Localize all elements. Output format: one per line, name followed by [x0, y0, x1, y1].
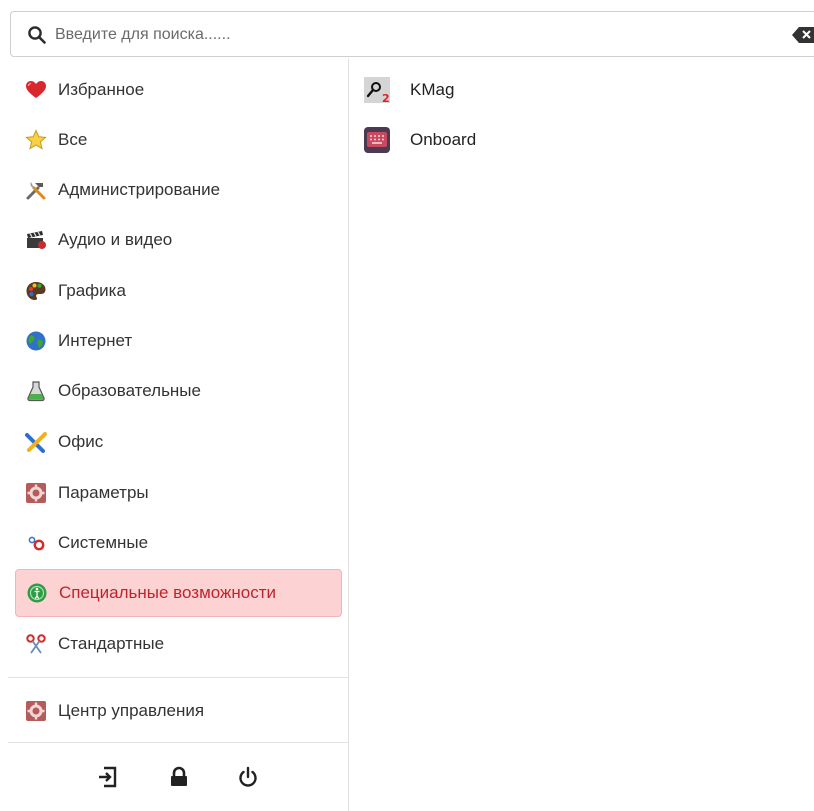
- category-internet[interactable]: Интернет: [15, 317, 342, 365]
- category-all[interactable]: Все: [15, 116, 342, 164]
- lock-icon[interactable]: [166, 764, 192, 790]
- settings-icon: [26, 483, 46, 503]
- clear-search-icon[interactable]: [792, 26, 814, 44]
- control-center-label: Центр управления: [58, 701, 205, 720]
- category-label: Интернет: [58, 331, 133, 350]
- scissors-icon: [26, 634, 46, 654]
- palette-icon: [26, 282, 46, 300]
- category-system[interactable]: Системные: [15, 519, 342, 567]
- accessibility-icon: [27, 583, 47, 603]
- search-icon: [28, 26, 46, 44]
- category-label: Все: [58, 130, 88, 149]
- power-icon[interactable]: [235, 764, 261, 790]
- logout-icon[interactable]: [95, 764, 121, 790]
- category-parameters[interactable]: Параметры: [15, 469, 342, 517]
- category-label: Системные: [58, 533, 149, 552]
- clapperboard-icon: [27, 231, 46, 249]
- flask-icon: [27, 381, 45, 402]
- category-audio-video[interactable]: Аудио и видео: [15, 216, 342, 264]
- heart-icon: [26, 81, 46, 98]
- star-icon: [25, 129, 47, 150]
- category-label: Графика: [58, 281, 126, 300]
- kmag-icon: 2: [364, 77, 390, 103]
- control-center-icon: [26, 701, 46, 721]
- app-item-onboard[interactable]: Onboard: [356, 117, 796, 163]
- svg-text:2: 2: [382, 92, 390, 103]
- category-label: Специальные возможности: [59, 583, 277, 602]
- category-label: Стандартные: [58, 634, 165, 653]
- system-icon: [28, 536, 45, 551]
- app-label: Onboard: [410, 130, 477, 149]
- category-graphics[interactable]: Графика: [15, 267, 342, 315]
- search-input[interactable]: [53, 12, 757, 58]
- category-favorites[interactable]: Избранное: [15, 66, 342, 114]
- category-label: Образовательные: [58, 381, 201, 400]
- category-label: Аудио и видео: [58, 230, 173, 249]
- category-administration[interactable]: Администрирование: [15, 166, 342, 214]
- category-office[interactable]: Офис: [15, 418, 342, 466]
- category-label: Избранное: [58, 80, 145, 99]
- globe-icon: [26, 331, 46, 351]
- app-label: KMag: [410, 80, 455, 99]
- category-label: Офис: [58, 432, 104, 451]
- app-item-kmag[interactable]: 2 KMag: [356, 67, 796, 113]
- separator: [8, 742, 348, 743]
- office-icon: [25, 432, 47, 453]
- category-label: Параметры: [58, 483, 149, 502]
- search-bar[interactable]: [10, 11, 814, 58]
- category-education[interactable]: Образовательные: [15, 367, 342, 415]
- keyboard-icon: [364, 127, 390, 153]
- separator: [8, 677, 348, 678]
- category-accessibility[interactable]: Специальные возможности: [15, 569, 342, 617]
- category-label: Администрирование: [58, 180, 221, 199]
- tools-icon: [26, 182, 46, 200]
- category-standard[interactable]: Стандартные: [15, 620, 342, 668]
- control-center-item[interactable]: Центр управления: [15, 687, 342, 735]
